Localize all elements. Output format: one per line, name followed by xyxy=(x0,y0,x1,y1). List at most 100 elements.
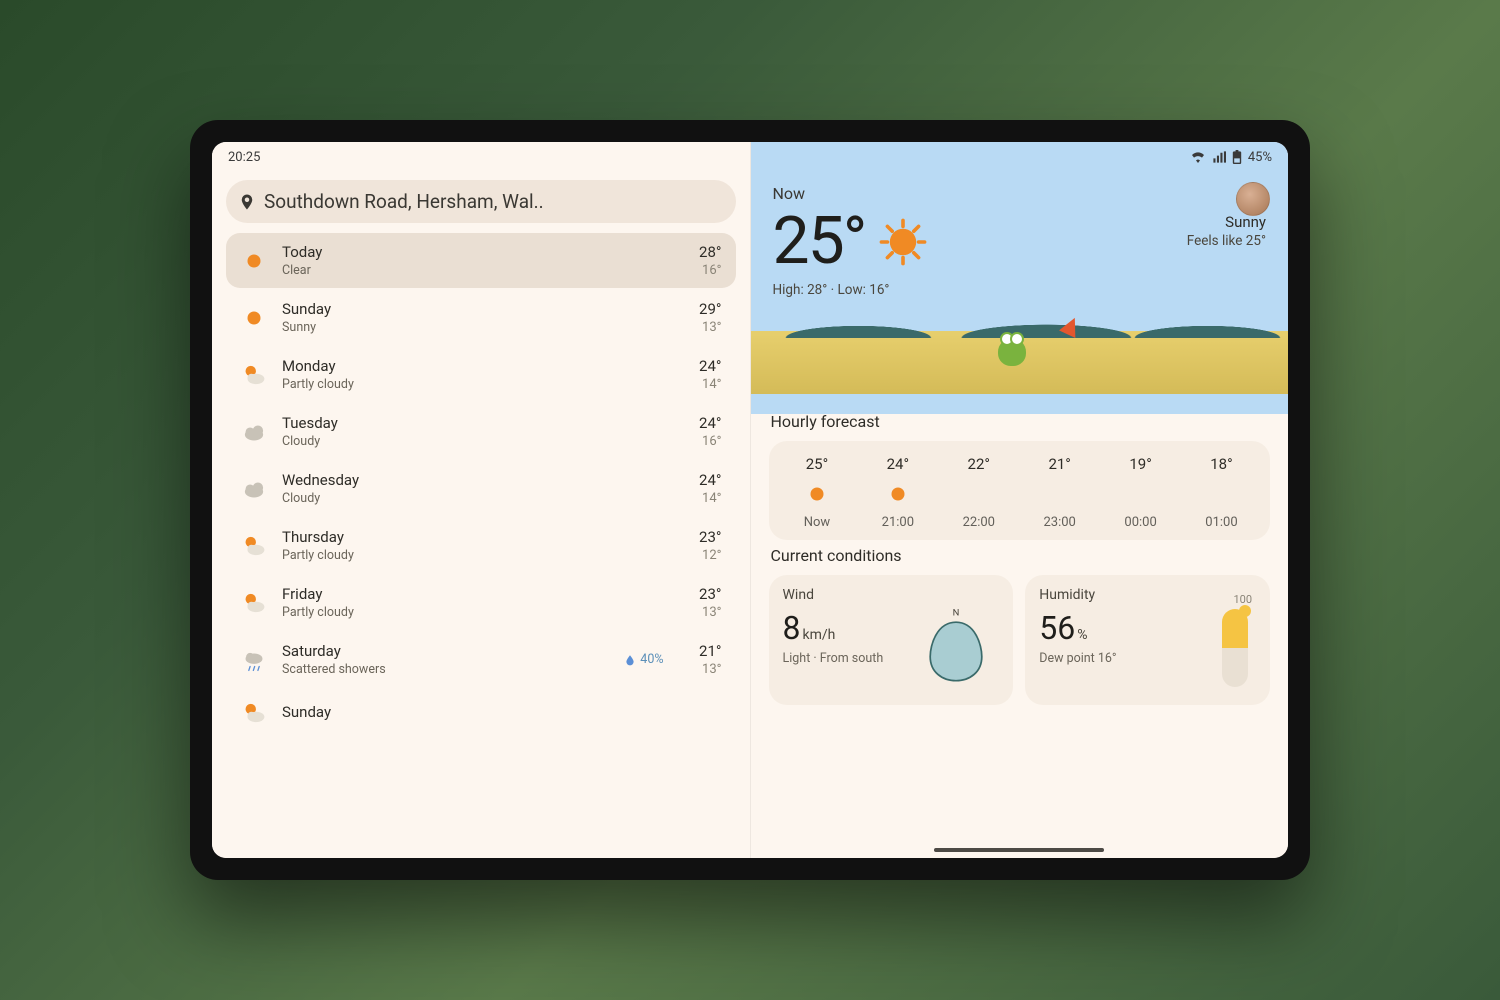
compass-icon: N xyxy=(913,605,999,691)
partly-icon xyxy=(240,532,268,560)
humidity-scale-top: 100 xyxy=(1233,593,1252,606)
hour-col: 25° Now xyxy=(778,455,856,530)
day-condition: Cloudy xyxy=(282,434,608,449)
day-low: 14° xyxy=(702,377,721,392)
statusbar-time: 20:25 xyxy=(228,150,260,165)
day-name: Saturday xyxy=(282,642,608,660)
day-name: Sunday xyxy=(282,300,608,318)
current-temp: 25° xyxy=(773,203,866,280)
day-name: Wednesday xyxy=(282,471,608,489)
weather-illustration xyxy=(751,304,1288,394)
partly-icon xyxy=(240,589,268,617)
feels-like: Feels like 25° xyxy=(1187,233,1266,249)
frog-mascot xyxy=(998,338,1026,366)
sun-icon xyxy=(804,481,830,507)
day-row-today[interactable]: Today Clear 28° 16° xyxy=(226,233,736,288)
hour-col: 18° 01:00 xyxy=(1183,455,1261,530)
account-avatar[interactable] xyxy=(1236,182,1270,216)
day-name: Monday xyxy=(282,357,608,375)
cloud-icon xyxy=(240,418,268,446)
statusbar: 20:25 45% xyxy=(212,142,1288,172)
partly-icon xyxy=(240,699,268,727)
wind-unit: km/h xyxy=(803,627,836,643)
now-label: Now xyxy=(773,184,1266,203)
cloud-icon xyxy=(240,475,268,503)
day-name: Thursday xyxy=(282,528,608,546)
humidity-card[interactable]: Humidity 56 % Dew point 16° 100 xyxy=(1025,575,1270,705)
day-name: Today xyxy=(282,243,608,261)
sun-icon xyxy=(885,481,911,507)
moon-icon xyxy=(1208,481,1234,507)
day-row-saturday[interactable]: Saturday Scattered showers 40% 21° 13° xyxy=(226,632,736,687)
day-condition: Cloudy xyxy=(282,491,608,506)
hour-temp: 25° xyxy=(806,455,828,473)
day-condition: Partly cloudy xyxy=(282,548,608,563)
sun-icon xyxy=(879,218,927,266)
day-row-friday[interactable]: Friday Partly cloudy 23° 13° xyxy=(226,575,736,630)
rain-icon xyxy=(240,646,268,674)
statusbar-battery: 45% xyxy=(1248,150,1272,165)
wifi-icon xyxy=(1190,151,1206,163)
day-high: 24° xyxy=(699,357,721,375)
day-low: 13° xyxy=(702,320,721,335)
navigation-handle[interactable] xyxy=(934,848,1104,852)
signal-icon xyxy=(1212,151,1226,163)
day-low: 16° xyxy=(702,434,721,449)
moon-icon xyxy=(1047,481,1073,507)
hourly-section-title: Hourly forecast xyxy=(771,412,1268,431)
precip-chance: 40% xyxy=(622,652,664,667)
conditions-section-title: Current conditions xyxy=(771,546,1268,565)
day-high: 24° xyxy=(699,471,721,489)
hour-temp: 24° xyxy=(887,455,909,473)
hour-time: 22:00 xyxy=(963,515,995,530)
hour-time: 00:00 xyxy=(1124,515,1156,530)
hour-temp: 19° xyxy=(1129,455,1151,473)
day-row-tuesday[interactable]: Tuesday Cloudy 24° 16° xyxy=(226,404,736,459)
day-low: 14° xyxy=(702,491,721,506)
hourly-forecast-card[interactable]: 25° Now 24° 21:00 22° 22:00 21° 23:00 19… xyxy=(769,441,1270,540)
sun-icon xyxy=(240,247,268,275)
day-condition: Sunny xyxy=(282,320,608,335)
detail-pane: Now 25° Sunny Feels like 25° High: 28° ·… xyxy=(751,142,1288,858)
daily-forecast-list[interactable]: Today Clear 28° 16° Sunday Sunny 29° 13°… xyxy=(226,233,736,848)
day-condition: Clear xyxy=(282,263,608,278)
day-row-sunday[interactable]: Sunday xyxy=(226,689,736,737)
day-condition: Partly cloudy xyxy=(282,605,608,620)
day-low: 13° xyxy=(702,605,721,620)
hour-temp: 22° xyxy=(968,455,990,473)
day-name: Tuesday xyxy=(282,414,608,432)
screen: 20:25 45% Southdown Road, Hersham, Wal..… xyxy=(212,142,1288,858)
day-row-monday[interactable]: Monday Partly cloudy 24° 14° xyxy=(226,347,736,402)
location-text: Southdown Road, Hersham, Wal.. xyxy=(264,190,544,213)
wind-card[interactable]: Wind 8 km/h Light · From south N xyxy=(769,575,1014,705)
day-high: 21° xyxy=(699,642,721,660)
svg-text:N: N xyxy=(953,607,960,618)
wind-value: 8 xyxy=(783,609,801,647)
day-low: 13° xyxy=(702,662,721,677)
location-pin-icon xyxy=(238,193,256,211)
day-high: 29° xyxy=(699,300,721,318)
forecast-list-pane: Southdown Road, Hersham, Wal.. Today Cle… xyxy=(212,142,750,858)
day-row-sunday[interactable]: Sunday Sunny 29° 13° xyxy=(226,290,736,345)
day-high: 23° xyxy=(699,528,721,546)
day-row-wednesday[interactable]: Wednesday Cloudy 24° 14° xyxy=(226,461,736,516)
humidity-value: 56 xyxy=(1039,609,1075,647)
day-high: 23° xyxy=(699,585,721,603)
humidity-gauge-icon xyxy=(1222,609,1248,687)
wind-label: Wind xyxy=(783,587,1000,603)
partly-icon xyxy=(240,361,268,389)
moon-icon xyxy=(966,481,992,507)
day-name: Friday xyxy=(282,585,608,603)
current-weather: Now 25° Sunny Feels like 25° High: 28° ·… xyxy=(751,174,1288,298)
day-condition: Partly cloudy xyxy=(282,377,608,392)
day-high: 28° xyxy=(699,243,721,261)
day-row-thursday[interactable]: Thursday Partly cloudy 23° 12° xyxy=(226,518,736,573)
humidity-unit: % xyxy=(1077,627,1087,643)
hour-col: 21° 23:00 xyxy=(1021,455,1099,530)
hour-time: 23:00 xyxy=(1043,515,1075,530)
day-low: 16° xyxy=(702,263,721,278)
hour-col: 24° 21:00 xyxy=(859,455,937,530)
hour-temp: 21° xyxy=(1048,455,1070,473)
location-selector[interactable]: Southdown Road, Hersham, Wal.. xyxy=(226,180,736,223)
day-name: Sunday xyxy=(282,703,608,721)
